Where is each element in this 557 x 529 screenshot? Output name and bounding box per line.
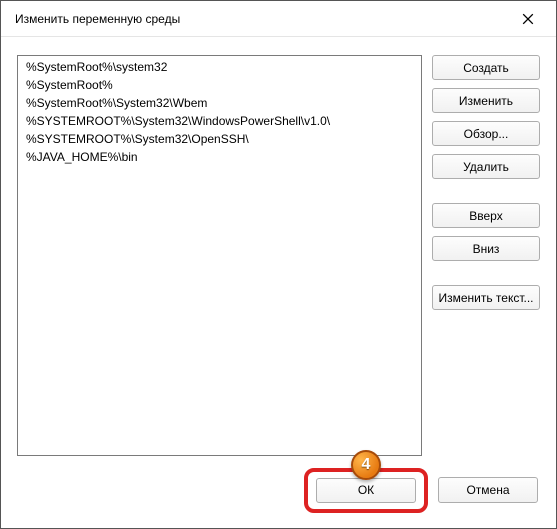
dialog-footer: 4 ОК Отмена bbox=[17, 456, 540, 512]
side-button-column: Создать Изменить Обзор... Удалить Вверх … bbox=[432, 55, 540, 456]
edit-button[interactable]: Изменить bbox=[432, 88, 540, 113]
list-item[interactable]: %SYSTEMROOT%\System32\WindowsPowerShell\… bbox=[18, 112, 421, 130]
close-icon bbox=[522, 13, 534, 25]
move-down-button[interactable]: Вниз bbox=[432, 236, 540, 261]
spacer bbox=[432, 261, 540, 285]
cancel-button[interactable]: Отмена bbox=[438, 477, 538, 503]
list-item[interactable]: %SystemRoot%\system32 bbox=[18, 58, 421, 76]
edit-text-button[interactable]: Изменить текст... bbox=[432, 285, 540, 310]
browse-button[interactable]: Обзор... bbox=[432, 121, 540, 146]
dialog-body: %SystemRoot%\system32%SystemRoot%%System… bbox=[1, 37, 556, 528]
callout-badge: 4 bbox=[351, 450, 381, 480]
ok-highlight: 4 ОК bbox=[304, 468, 428, 513]
ok-button[interactable]: ОК bbox=[316, 478, 416, 503]
list-item[interactable]: %SYSTEMROOT%\System32\OpenSSH\ bbox=[18, 130, 421, 148]
spacer bbox=[432, 179, 540, 203]
list-item[interactable]: %JAVA_HOME%\bin bbox=[18, 148, 421, 166]
create-button[interactable]: Создать bbox=[432, 55, 540, 80]
move-up-button[interactable]: Вверх bbox=[432, 203, 540, 228]
list-item[interactable]: %SystemRoot%\System32\Wbem bbox=[18, 94, 421, 112]
close-button[interactable] bbox=[506, 4, 550, 34]
content-row: %SystemRoot%\system32%SystemRoot%%System… bbox=[17, 55, 540, 456]
dialog-window: Изменить переменную среды %SystemRoot%\s… bbox=[0, 0, 557, 529]
window-title: Изменить переменную среды bbox=[15, 12, 506, 26]
list-item[interactable]: %SystemRoot% bbox=[18, 76, 421, 94]
path-listbox[interactable]: %SystemRoot%\system32%SystemRoot%%System… bbox=[17, 55, 422, 456]
delete-button[interactable]: Удалить bbox=[432, 154, 540, 179]
titlebar: Изменить переменную среды bbox=[1, 1, 556, 37]
